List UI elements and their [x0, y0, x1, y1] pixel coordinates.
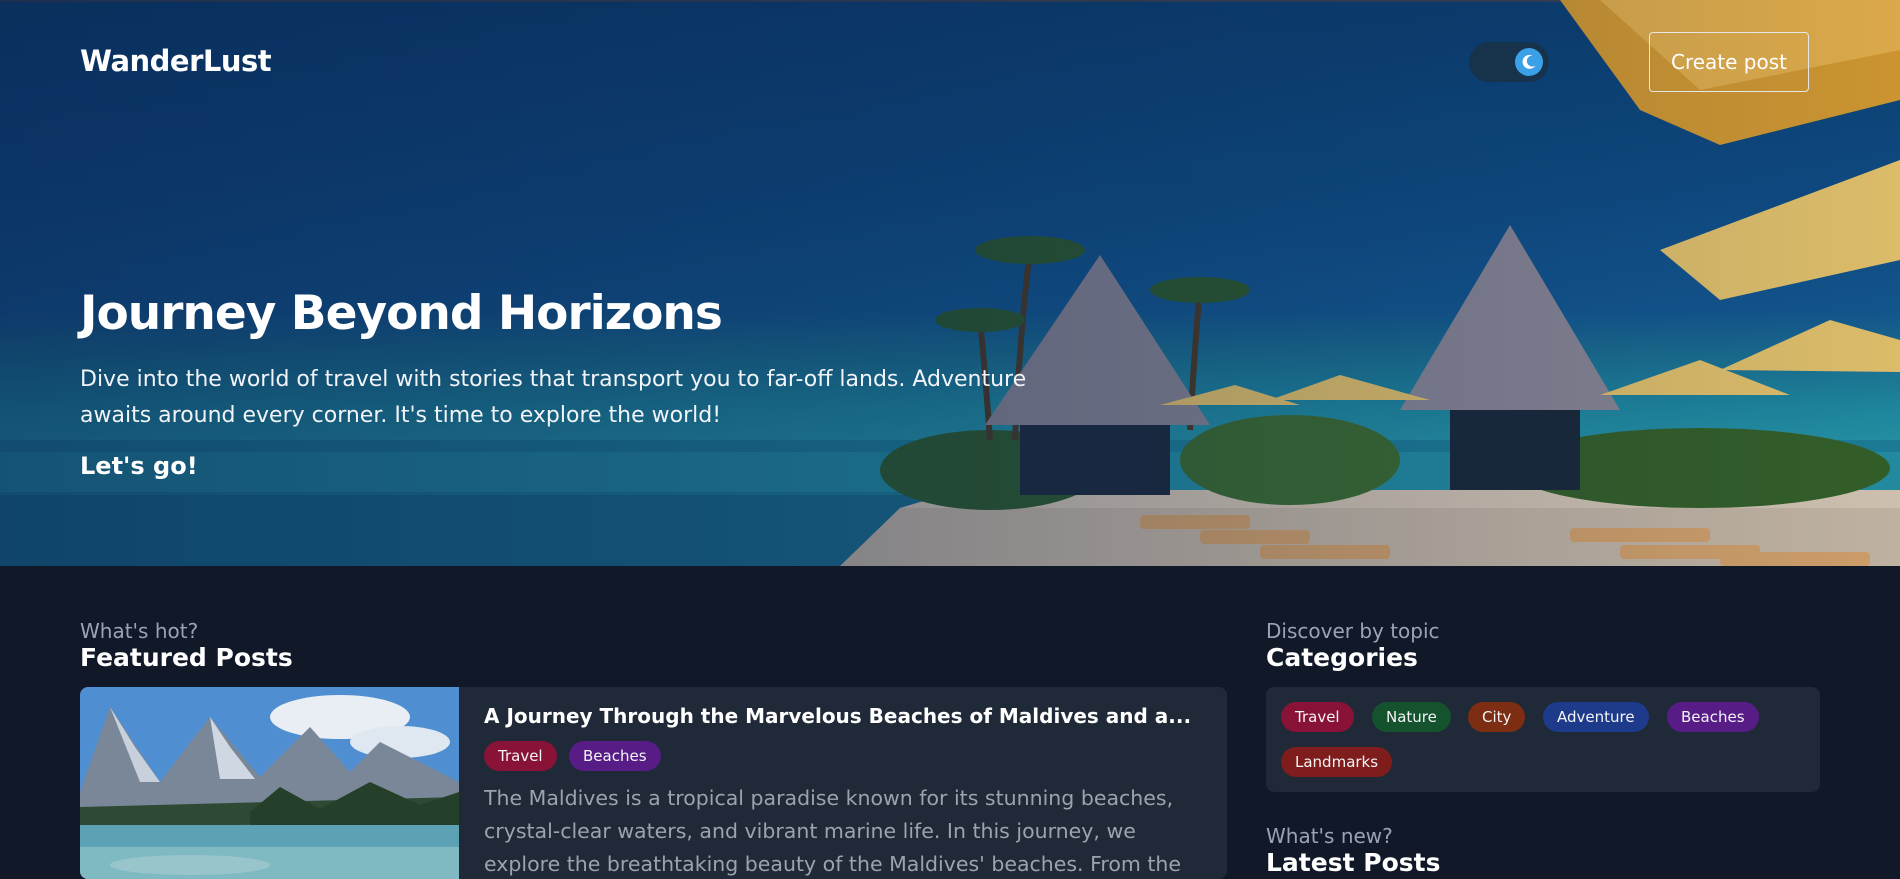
- category-landmarks[interactable]: Landmarks: [1281, 747, 1393, 777]
- category-city[interactable]: City: [1468, 702, 1526, 732]
- featured-kicker: What's hot?: [80, 619, 199, 643]
- lets-go-link[interactable]: Let's go!: [80, 452, 198, 480]
- post-excerpt: The Maldives is a tropical paradise know…: [484, 786, 1182, 876]
- post-thumbnail-image[interactable]: [80, 687, 459, 879]
- featured-post-card[interactable]: A Journey Through the Marvelous Beaches …: [80, 687, 1227, 879]
- hero-description: Dive into the world of travel with stori…: [80, 367, 1027, 428]
- site-logo[interactable]: WanderLust: [80, 44, 272, 78]
- tag-beaches[interactable]: Beaches: [569, 741, 661, 771]
- category-travel[interactable]: Travel: [1281, 702, 1354, 732]
- category-beaches[interactable]: Beaches: [1667, 702, 1759, 732]
- create-post-button[interactable]: Create post: [1649, 32, 1809, 92]
- latest-title: Latest Posts: [1266, 848, 1441, 877]
- categories-title: Categories: [1266, 643, 1418, 672]
- page: WanderLust Create post Journey Beyond Ho…: [0, 0, 1900, 879]
- latest-kicker: What's new?: [1266, 824, 1393, 848]
- moon-icon: [1515, 48, 1543, 76]
- theme-toggle[interactable]: [1469, 42, 1549, 82]
- featured-title: Featured Posts: [80, 643, 293, 672]
- tag-travel[interactable]: Travel: [484, 741, 557, 771]
- categories-list: Travel Nature City Adventure Beaches Lan…: [1266, 687, 1820, 792]
- category-nature[interactable]: Nature: [1372, 702, 1451, 732]
- hero-title: Journey Beyond Horizons: [80, 286, 723, 341]
- hero-overlay: [0, 0, 1900, 566]
- hero-banner: WanderLust Create post Journey Beyond Ho…: [0, 0, 1900, 566]
- category-adventure[interactable]: Adventure: [1543, 702, 1649, 732]
- post-title[interactable]: A Journey Through the Marvelous Beaches …: [484, 704, 1204, 728]
- categories-kicker: Discover by topic: [1266, 619, 1440, 643]
